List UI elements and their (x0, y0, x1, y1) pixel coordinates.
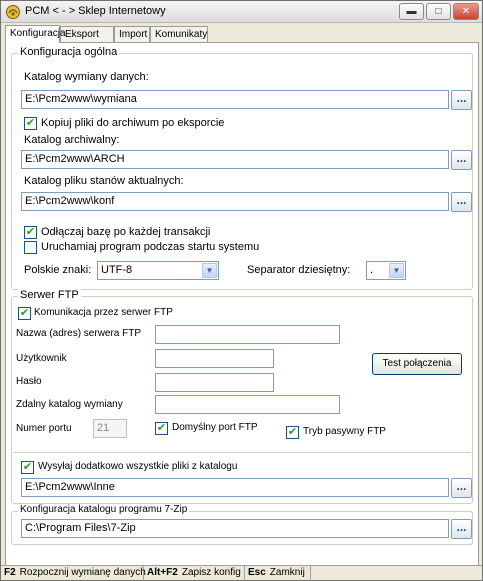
zip-group: Konfiguracja katalogu programu 7-Zip C:\… (11, 504, 473, 545)
chevron-down-icon: ▼ (202, 263, 217, 278)
zip-dir-browse-button[interactable]: ... (451, 519, 472, 539)
disconnect-checkbox[interactable]: ✔ (24, 226, 37, 239)
ftp-password-input[interactable] (155, 373, 274, 392)
ftp-user-input[interactable] (155, 349, 274, 368)
ftp-server-input[interactable] (155, 325, 340, 344)
minimize-button[interactable]: ▬ (399, 3, 424, 20)
archive-dir-label: Katalog archiwalny: (24, 134, 120, 146)
status-key: Esc (248, 567, 266, 578)
main-window: PCM < - > Sklep Internetowy ▬ □ ✕ Konfig… (0, 0, 483, 581)
ftp-group: Serwer FTP ✔ Komunikacja przez serwer FT… (11, 289, 473, 504)
polish-chars-value: UTF-8 (101, 264, 133, 276)
status-close[interactable]: Esc Zamknij (245, 566, 311, 581)
archive-dir-input[interactable]: E:\Pcm2www\ARCH (21, 150, 449, 169)
polish-chars-select[interactable]: UTF-8 ▼ (97, 261, 219, 280)
status-key: Alt+F2 (147, 567, 178, 578)
autostart-checkbox[interactable] (24, 241, 37, 254)
send-all-dir-browse-button[interactable]: ... (451, 478, 472, 498)
status-text: Zamknij (269, 567, 305, 578)
exchange-dir-label: Katalog wymiany danych: (24, 71, 149, 83)
default-port-label: Domyślny port FTP (172, 422, 258, 433)
exchange-dir-browse-button[interactable]: ... (451, 90, 472, 110)
decimal-separator-label: Separator dziesiętny: (247, 264, 351, 276)
ftp-remote-dir-label: Zdalny katalog wymiany (16, 399, 123, 410)
minimize-icon: ▬ (406, 6, 417, 17)
window-title: PCM < - > Sklep Internetowy (25, 5, 166, 17)
app-icon (6, 5, 20, 19)
test-connection-button[interactable]: Test połączenia (372, 353, 462, 375)
copy-to-archive-checkbox[interactable]: ✔ (24, 117, 37, 130)
close-icon: ✕ (461, 6, 471, 17)
decimal-separator-select[interactable]: . ▼ (366, 261, 406, 280)
send-all-label: Wysyłaj dodatkowo wszystkie pliki z kata… (38, 461, 238, 472)
disconnect-label: Odłączaj bazę po każdej transakcji (41, 226, 211, 238)
ftp-port-label: Numer portu (16, 423, 72, 434)
ftp-user-label: Użytkownik (16, 353, 67, 364)
general-config-group: Konfiguracja ogólna Katalog wymiany dany… (11, 46, 473, 290)
ftp-password-label: Hasło (16, 376, 42, 387)
use-ftp-label: Komunikacja przez serwer FTP (34, 307, 173, 318)
tab-import[interactable]: Import (114, 26, 150, 42)
maximize-icon: □ (435, 6, 442, 17)
send-all-dir-input[interactable]: E:\Pcm2www\Inne (21, 478, 449, 497)
close-button[interactable]: ✕ (453, 3, 479, 20)
polish-chars-label: Polskie znaki: (24, 264, 92, 276)
tab-konfiguracja[interactable]: Konfiguracja (5, 25, 66, 43)
status-bar: F2 Rozpocznij wymianę danych Alt+F2 Zapisz… (1, 565, 482, 581)
maximize-button[interactable]: □ (426, 3, 451, 20)
tab-eksport[interactable]: Eksport (60, 26, 114, 42)
exchange-dir-input[interactable]: E:\Pcm2www\wymiana (21, 90, 449, 109)
send-all-checkbox[interactable]: ✔ (21, 461, 34, 474)
status-key: F2 (4, 567, 16, 578)
stock-dir-label: Katalog pliku stanów aktualnych: (24, 175, 184, 187)
default-port-checkbox[interactable]: ✔ (155, 422, 168, 435)
ftp-server-label: Nazwa (adres) serwera FTP (16, 328, 142, 339)
status-text: Rozpocznij wymianę danych (19, 567, 146, 578)
stock-dir-browse-button[interactable]: ... (451, 192, 472, 212)
copy-to-archive-label: Kopiuj pliki do archiwum po eksporcie (41, 117, 225, 129)
title-bar[interactable]: PCM < - > Sklep Internetowy ▬ □ ✕ (1, 1, 482, 23)
archive-dir-browse-button[interactable]: ... (451, 150, 472, 170)
ftp-group-title: Serwer FTP (18, 289, 81, 301)
status-save-config[interactable]: Alt+F2 Zapisz konfig (144, 566, 245, 581)
zip-group-title: Konfiguracja katalogu programu 7-Zip (18, 504, 190, 515)
chevron-down-icon: ▼ (389, 263, 404, 278)
ftp-port-input[interactable]: 21 (93, 419, 127, 438)
general-config-title: Konfiguracja ogólna (18, 46, 120, 58)
status-start-exchange[interactable]: F2 Rozpocznij wymianę danych (1, 566, 146, 581)
passive-mode-label: Tryb pasywny FTP (303, 426, 386, 437)
ftp-remote-dir-input[interactable] (155, 395, 340, 414)
autostart-label: Uruchamiaj program podczas startu system… (41, 241, 260, 253)
tab-page-konfiguracja: Konfiguracja ogólna Katalog wymiany dany… (5, 42, 479, 568)
stock-dir-input[interactable]: E:\Pcm2www\konf (21, 192, 449, 211)
tab-komunikaty[interactable]: Komunikaty (150, 26, 208, 42)
passive-mode-checkbox[interactable]: ✔ (286, 426, 299, 439)
decimal-separator-value: . (370, 264, 374, 276)
status-text: Zapisz konfig (181, 567, 241, 578)
ftp-separator (13, 452, 471, 453)
use-ftp-checkbox[interactable]: ✔ (18, 307, 31, 320)
zip-dir-input[interactable]: C:\Program Files\7-Zip (21, 519, 449, 538)
